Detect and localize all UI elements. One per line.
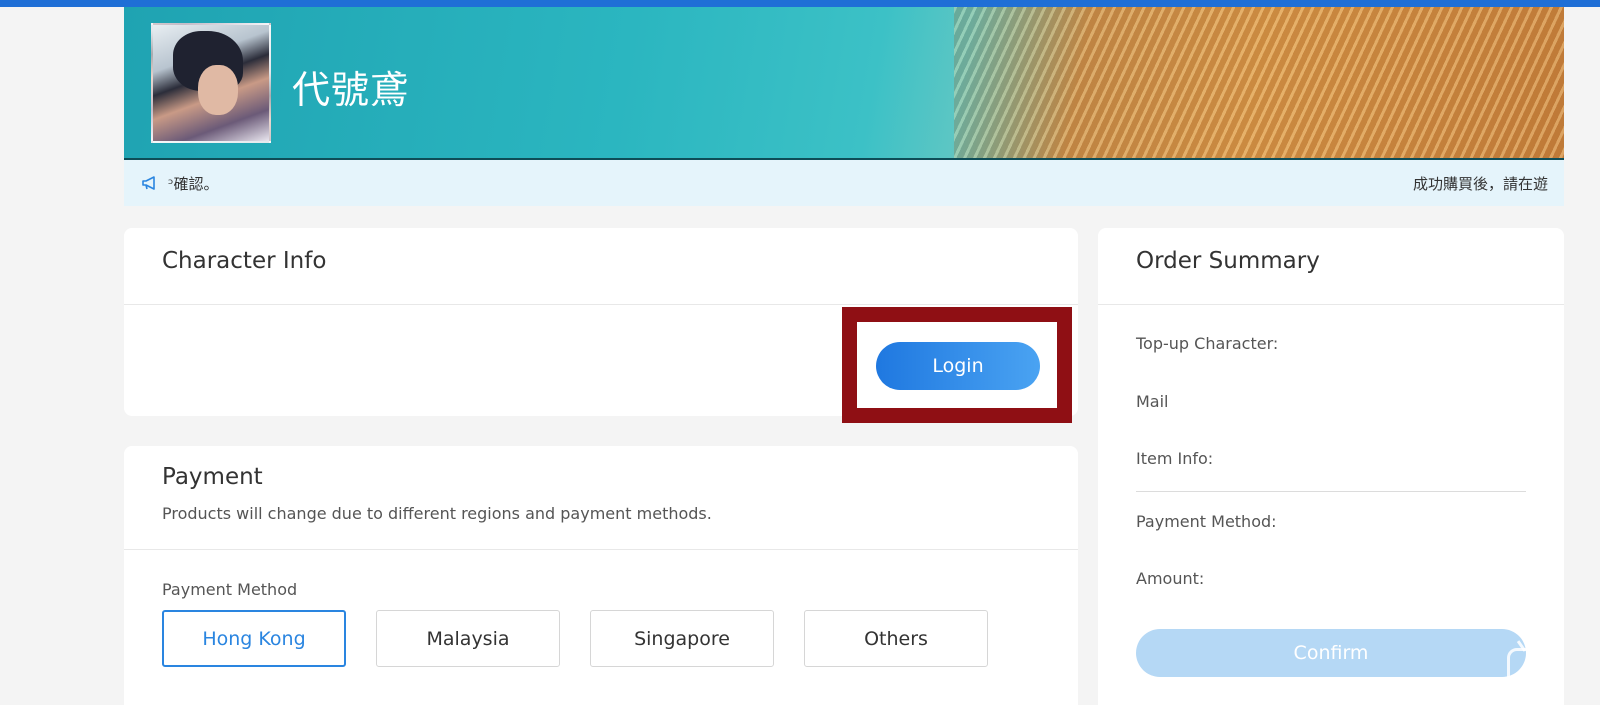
character-info-title: Character Info: [162, 248, 327, 274]
confirm-button[interactable]: Confirm: [1136, 629, 1526, 677]
order-summary-separator: [1136, 491, 1526, 492]
notice-bar: ᵓ確認。 成功購買後，請在遊: [124, 160, 1564, 206]
payment-subtitle: Products will change due to different re…: [162, 504, 712, 523]
item-info-label: Item Info:: [1136, 449, 1214, 468]
mail-label: Mail: [1136, 392, 1169, 411]
game-avatar: [151, 23, 271, 143]
order-summary-card: Order Summary Top-up Character: Mail Ite…: [1098, 228, 1564, 705]
banner-reed-artwork: [954, 7, 1564, 160]
notice-text-left: ᵓ確認。: [168, 175, 219, 193]
character-info-card: Character Info Login: [124, 228, 1078, 423]
login-button[interactable]: Login: [876, 342, 1040, 390]
payment-method-hong-kong[interactable]: Hong Kong: [162, 610, 346, 667]
megaphone-icon: [142, 176, 155, 190]
avatar-face: [198, 65, 238, 115]
order-summary-title: Order Summary: [1136, 248, 1320, 274]
payment-method-summary-label: Payment Method:: [1136, 512, 1277, 531]
amount-label: Amount:: [1136, 569, 1205, 588]
payment-title: Payment: [162, 464, 263, 490]
game-title: 代號鳶: [292, 68, 410, 112]
game-banner: 代號鳶: [124, 7, 1564, 160]
payment-method-singapore[interactable]: Singapore: [590, 610, 774, 667]
payment-divider: [124, 549, 1078, 550]
payment-method-label: Payment Method: [162, 580, 298, 599]
payment-card: Payment Products will change due to diff…: [124, 446, 1078, 705]
top-accent-bar: [0, 0, 1600, 7]
character-info-divider: [124, 304, 1078, 305]
play-icon: [1527, 660, 1543, 680]
payment-method-malaysia[interactable]: Malaysia: [376, 610, 560, 667]
payment-method-others[interactable]: Others: [804, 610, 988, 667]
top-up-character-label: Top-up Character:: [1136, 334, 1279, 353]
notice-text-right: 成功購買後，請在遊: [1412, 175, 1548, 193]
order-summary-divider: [1098, 304, 1564, 305]
